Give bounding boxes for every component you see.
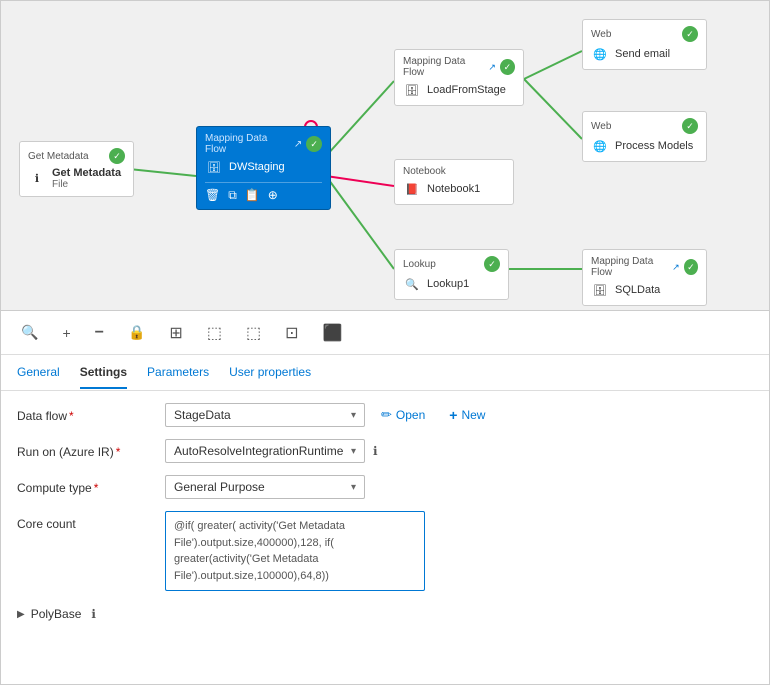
core-count-label: Core count [17, 511, 157, 531]
node-sql-type: Mapping Data Flow [591, 256, 668, 278]
node-load-check: ✓ [500, 59, 515, 75]
zoom-in-button[interactable]: + [58, 321, 74, 345]
node-get-metadata-check: ✓ [109, 148, 125, 164]
settings-panel: Data flow* StageData ▾ ✏ Open + New [1, 391, 769, 684]
polybase-row: ▶ PolyBase ℹ [17, 603, 753, 621]
tab-user-properties[interactable]: User properties [229, 357, 311, 389]
tab-parameters[interactable]: Parameters [147, 357, 209, 389]
polybase-expand-icon[interactable]: ▶ [17, 609, 25, 620]
align-button[interactable]: ⊡ [281, 319, 302, 347]
data-flow-value: StageData [174, 408, 231, 422]
plus-new-icon: + [449, 407, 457, 423]
select-region-button[interactable]: ⬚ [242, 319, 265, 347]
run-on-select[interactable]: AutoResolveIntegrationRuntime ▾ [165, 439, 365, 463]
node-process-models-label: Process Models [615, 140, 693, 152]
tabs-bar: General Settings Parameters User propert… [1, 355, 769, 391]
run-on-chevron-icon: ▾ [351, 446, 356, 457]
node-load-from-stage[interactable]: Mapping Data Flow ↗ ✓ 🗄 LoadFromStage [394, 49, 524, 106]
sql-db-icon: 🗄 [591, 281, 609, 299]
zoom-search-button[interactable]: 🔍 [17, 320, 42, 345]
data-flow-select[interactable]: StageData ▾ [165, 403, 365, 427]
compute-type-select[interactable]: General Purpose ▾ [165, 475, 365, 499]
format-button[interactable]: ⬛ [318, 319, 346, 347]
node-process-models-type: Web [591, 121, 611, 132]
data-flow-control: StageData ▾ ✏ Open + New [165, 403, 753, 427]
run-on-value: AutoResolveIntegrationRuntime [174, 444, 343, 458]
node-dw-staging[interactable]: Mapping Data Flow ↗ ✓ 🗄 DWStaging 🗑 ⧉ 📋 … [196, 126, 331, 210]
pencil-icon: ✏ [381, 407, 392, 423]
node-sql-ext[interactable]: ↗ [672, 262, 680, 273]
dw-staging-db-icon: 🗄 [205, 158, 223, 176]
lock-button[interactable]: 🔒 [124, 320, 149, 345]
node-process-models[interactable]: Web ✓ 🌐 Process Models [582, 111, 707, 162]
node-get-metadata-label: Get Metadata [52, 167, 121, 179]
node-sql-label: SQLData [615, 284, 660, 296]
node-sql-check: ✓ [684, 259, 698, 275]
compute-type-row: Compute type* General Purpose ▾ [17, 475, 753, 499]
compute-type-value: General Purpose [174, 480, 265, 494]
add-output-icon[interactable]: ⊕ [268, 188, 278, 203]
node-dw-staging-check: ✓ [306, 136, 322, 152]
node-dw-staging-type: Mapping Data Flow [205, 133, 290, 155]
node-dw-staging-label: DWStaging [229, 161, 285, 173]
node-load-ext[interactable]: ↗ [488, 62, 496, 73]
node-send-email[interactable]: Web ✓ 🌐 Send email [582, 19, 707, 70]
info-icon: ℹ [28, 170, 46, 188]
compute-type-control: General Purpose ▾ [165, 475, 753, 499]
node-notebook-label: Notebook1 [427, 183, 480, 195]
data-flow-chevron-icon: ▾ [351, 410, 356, 421]
node-get-metadata-sub: File [52, 179, 121, 190]
polybase-info-icon[interactable]: ℹ [91, 607, 96, 621]
tab-settings[interactable]: Settings [80, 357, 127, 389]
node-send-email-label: Send email [615, 48, 670, 60]
duplicate-icon[interactable]: 📋 [245, 188, 260, 203]
node-load-label: LoadFromStage [427, 84, 506, 96]
fit-view-button[interactable]: ⊞ [165, 319, 186, 347]
node-lookup-check: ✓ [484, 256, 500, 272]
compute-type-chevron-icon: ▾ [351, 482, 356, 493]
run-on-info-icon[interactable]: ℹ [373, 444, 378, 458]
copy-icon[interactable]: ⧉ [228, 188, 237, 203]
node-process-models-check: ✓ [682, 118, 698, 134]
run-on-row: Run on (Azure IR)* AutoResolveIntegratio… [17, 439, 753, 463]
zoom-out-button[interactable]: − [91, 320, 108, 346]
main-container: Get Metadata ✓ ℹ Get Metadata File Mappi… [0, 0, 770, 685]
node-notebook1[interactable]: Notebook 📕 Notebook1 [394, 159, 514, 205]
canvas-area: Get Metadata ✓ ℹ Get Metadata File Mappi… [1, 1, 769, 311]
data-flow-row: Data flow* StageData ▾ ✏ Open + New [17, 403, 753, 427]
core-count-control: @if( greater( activity('Get Metadata Fil… [165, 511, 753, 591]
notebook-icon: 📕 [403, 180, 421, 198]
run-on-control: AutoResolveIntegrationRuntime ▾ ℹ [165, 439, 753, 463]
node-dw-staging-ext[interactable]: ↗ [294, 139, 302, 150]
core-count-row: Core count @if( greater( activity('Get M… [17, 511, 753, 591]
node-notebook-type: Notebook [403, 166, 446, 177]
toolbar: 🔍 + − 🔒 ⊞ ⬚ ⬚ ⊡ ⬛ [1, 311, 769, 355]
polybase-label: PolyBase [31, 607, 82, 621]
node-sql-data[interactable]: Mapping Data Flow ↗ ✓ 🗄 SQLData [582, 249, 707, 306]
node-get-metadata[interactable]: Get Metadata ✓ ℹ Get Metadata File [19, 141, 134, 197]
node-send-email-type: Web [591, 29, 611, 40]
lookup-icon: 🔍 [403, 275, 421, 293]
node-send-email-check: ✓ [682, 26, 698, 42]
node-lookup-label: Lookup1 [427, 278, 469, 290]
compute-type-label: Compute type* [17, 475, 157, 495]
select-all-button[interactable]: ⬚ [203, 319, 226, 347]
node-get-metadata-type: Get Metadata [28, 151, 89, 162]
node-lookup1[interactable]: Lookup ✓ 🔍 Lookup1 [394, 249, 509, 300]
node-lookup-type: Lookup [403, 259, 436, 270]
run-on-label: Run on (Azure IR)* [17, 439, 157, 459]
node-load-type: Mapping Data Flow [403, 56, 484, 78]
load-db-icon: 🗄 [403, 81, 421, 99]
core-count-textarea[interactable]: @if( greater( activity('Get Metadata Fil… [165, 511, 425, 591]
data-flow-label: Data flow* [17, 403, 157, 423]
delete-icon[interactable]: 🗑 [205, 188, 220, 203]
new-button[interactable]: + New [441, 403, 493, 427]
send-email-web-icon: 🌐 [591, 45, 609, 63]
open-button[interactable]: ✏ Open [373, 403, 433, 427]
process-models-web-icon: 🌐 [591, 137, 609, 155]
tab-general[interactable]: General [17, 357, 60, 389]
